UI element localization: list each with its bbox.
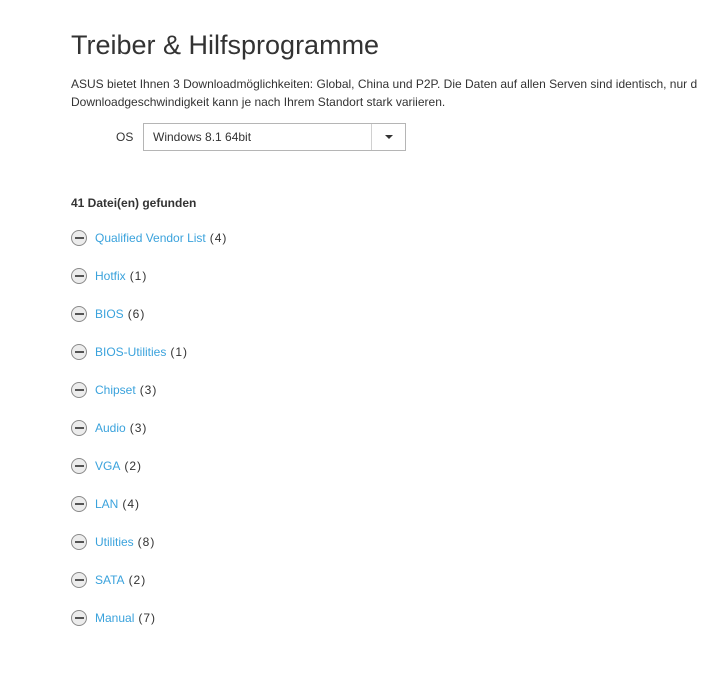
category-count: (2) bbox=[124, 459, 143, 473]
category-count: (3) bbox=[139, 383, 158, 397]
category-count: (1) bbox=[170, 345, 189, 359]
category-count: (3) bbox=[129, 421, 148, 435]
collapse-minus-icon[interactable] bbox=[71, 496, 87, 512]
collapse-minus-icon[interactable] bbox=[71, 306, 87, 322]
collapse-minus-icon[interactable] bbox=[71, 268, 87, 284]
category-link[interactable]: BIOS bbox=[95, 304, 124, 324]
category-item-bios[interactable]: BIOS (6) bbox=[71, 304, 227, 342]
os-label: OS bbox=[116, 130, 134, 144]
os-selected-value: Windows 8.1 64bit bbox=[153, 130, 252, 144]
category-count: (2) bbox=[128, 573, 147, 587]
category-link[interactable]: Hotfix bbox=[95, 266, 126, 286]
os-selector-row: OS Windows 8.1 64bit bbox=[116, 123, 406, 151]
category-link[interactable]: Manual bbox=[95, 608, 134, 628]
category-count: (4) bbox=[122, 497, 141, 511]
dropdown-toggle[interactable] bbox=[371, 124, 405, 150]
category-link[interactable]: Utilities bbox=[95, 532, 134, 552]
collapse-minus-icon[interactable] bbox=[71, 382, 87, 398]
category-item-chipset[interactable]: Chipset (3) bbox=[71, 380, 227, 418]
category-item-qualified-vendor-list[interactable]: Qualified Vendor List (4) bbox=[71, 228, 227, 266]
intro-text: ASUS bietet Ihnen 3 Downloadmöglichkeite… bbox=[71, 75, 713, 111]
intro-line-2: Downloadgeschwindigkeit kann je nach Ihr… bbox=[71, 95, 446, 109]
category-item-lan[interactable]: LAN (4) bbox=[71, 494, 227, 532]
category-item-vga[interactable]: VGA (2) bbox=[71, 456, 227, 494]
category-item-sata[interactable]: SATA (2) bbox=[71, 570, 227, 608]
collapse-minus-icon[interactable] bbox=[71, 344, 87, 360]
category-link[interactable]: Qualified Vendor List bbox=[95, 228, 206, 248]
category-item-bios-utilities[interactable]: BIOS-Utilities (1) bbox=[71, 342, 227, 380]
category-count: (8) bbox=[137, 535, 156, 549]
category-item-audio[interactable]: Audio (3) bbox=[71, 418, 227, 456]
page-title: Treiber & Hilfsprogramme bbox=[71, 30, 380, 60]
category-link[interactable]: Chipset bbox=[95, 380, 136, 400]
category-count: (7) bbox=[138, 611, 157, 625]
category-list: Qualified Vendor List (4) Hotfix (1) BIO… bbox=[71, 228, 227, 646]
intro-line-1: ASUS bietet Ihnen 3 Downloadmöglichkeite… bbox=[71, 77, 698, 91]
category-count: (6) bbox=[127, 307, 146, 321]
collapse-minus-icon[interactable] bbox=[71, 534, 87, 550]
category-link[interactable]: Audio bbox=[95, 418, 126, 438]
category-link[interactable]: SATA bbox=[95, 570, 125, 590]
collapse-minus-icon[interactable] bbox=[71, 572, 87, 588]
category-link[interactable]: LAN bbox=[95, 494, 118, 514]
collapse-minus-icon[interactable] bbox=[71, 230, 87, 246]
results-count: 41 Datei(en) gefunden bbox=[71, 196, 197, 210]
collapse-minus-icon[interactable] bbox=[71, 458, 87, 474]
category-link[interactable]: BIOS-Utilities bbox=[95, 342, 166, 362]
collapse-minus-icon[interactable] bbox=[71, 420, 87, 436]
category-item-manual[interactable]: Manual (7) bbox=[71, 608, 227, 646]
collapse-minus-icon[interactable] bbox=[71, 610, 87, 626]
category-item-hotfix[interactable]: Hotfix (1) bbox=[71, 266, 227, 304]
category-count: (1) bbox=[129, 269, 148, 283]
category-link[interactable]: VGA bbox=[95, 456, 120, 476]
chevron-down-icon bbox=[384, 135, 393, 139]
category-count: (4) bbox=[209, 231, 228, 245]
driver-download-page: Treiber & Hilfsprogramme ASUS bietet Ihn… bbox=[0, 0, 713, 676]
category-item-utilities[interactable]: Utilities (8) bbox=[71, 532, 227, 570]
os-dropdown[interactable]: Windows 8.1 64bit bbox=[143, 123, 406, 151]
